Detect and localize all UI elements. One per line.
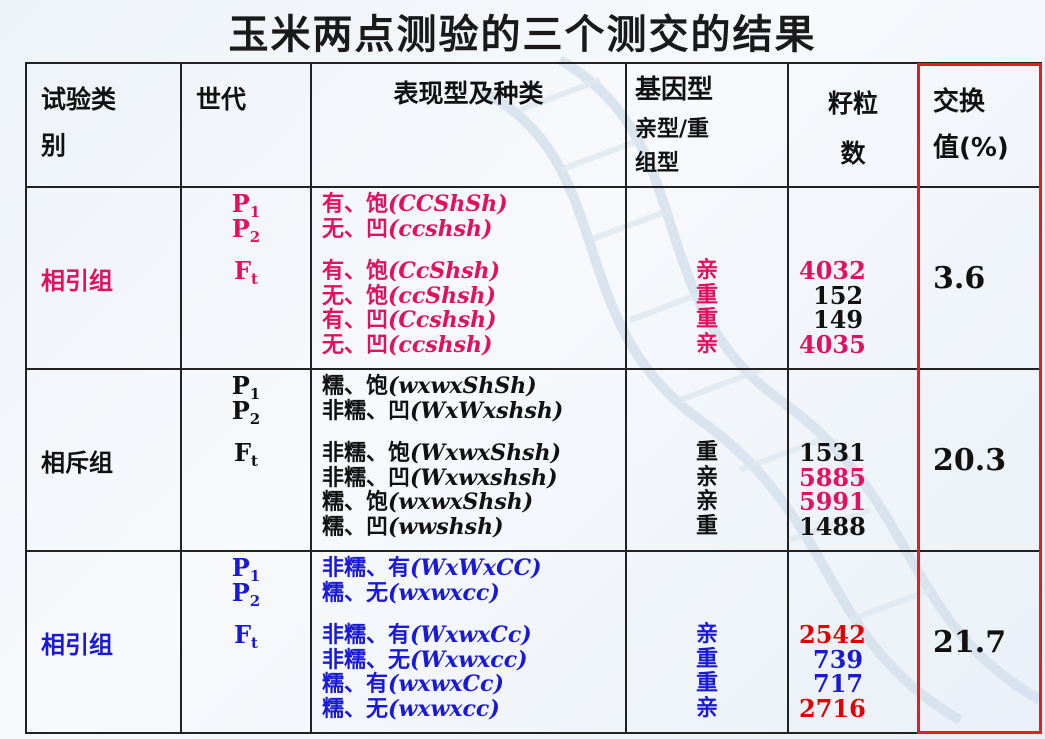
- type-ft-2: 重: [695, 646, 718, 672]
- group-row-coupling-2: 相引组 P1 P2 Ft 非糯、有(WxWxCC) 糯、无(wxwxcc) 非糯…: [25, 550, 1042, 734]
- phenotype-ft-2: 无、饱(ccShsh): [322, 282, 496, 309]
- gen-ft: Ft: [234, 256, 258, 289]
- count-ft-4: 4035: [799, 329, 866, 359]
- count-ft-3: 149: [813, 305, 864, 334]
- phenotype-ft-1: 有、饱(CcShsh): [322, 258, 501, 284]
- phenotype-p1: 糯、饱(wxwxShSh): [322, 373, 537, 399]
- phenotype-ft-1: 非糯、饱(WxwxShsh): [322, 440, 561, 466]
- phenotype-ft-4: 无、凹(ccshsh): [322, 331, 493, 358]
- count-ft-1: 1531: [799, 438, 866, 467]
- phenotype-ft-2: 非糯、凹(Wxwxshsh): [322, 464, 558, 491]
- header-exchange-line2: 值(%): [933, 133, 1009, 163]
- group-row-coupling-1: 相引组 P1 P2 Ft 有、饱(CCShSh) 无、凹(ccshsh) 有、饱…: [25, 186, 1042, 370]
- exchange-value: 21.7: [917, 550, 1042, 734]
- type-ft-1: 重: [695, 440, 718, 465]
- type-ft-2: 亲: [695, 464, 718, 490]
- type-ft-2: 重: [695, 282, 718, 308]
- results-table: 试验类 别 世代 表现型及种类 基因型 亲型/重 组型 籽粒 数 交换 值(%)…: [25, 62, 1042, 734]
- gen-ft: Ft: [234, 438, 258, 471]
- count-ft-1: 2542: [799, 620, 866, 649]
- count-ft-1: 4032: [799, 256, 866, 285]
- type-ft-3: 重: [695, 307, 718, 332]
- header-test-type-line1: 试验类: [41, 85, 117, 114]
- phenotype-ft-3: 糯、有(wxwxCc): [322, 671, 504, 697]
- count-ft-3: 5991: [799, 487, 866, 516]
- header-seeds-line1: 籽粒: [827, 89, 878, 118]
- type-ft-3: 亲: [695, 489, 718, 514]
- phenotype-ft-4: 糯、凹(wwshsh): [322, 513, 504, 540]
- type-ft-1: 亲: [695, 258, 718, 283]
- phenotype-p2: 非糯、凹(WxWxshsh): [322, 397, 564, 424]
- header-exchange: 交换 值(%): [917, 62, 1042, 188]
- header-genotype-line3: 组型: [635, 151, 680, 176]
- type-ft-4: 重: [695, 513, 718, 539]
- phenotype-cell: 有、饱(CCShSh) 无、凹(ccshsh) 有、饱(CcShsh) 无、饱(…: [310, 186, 627, 370]
- header-test-type: 试验类 别: [25, 62, 182, 188]
- gen-p2: P2: [231, 577, 261, 610]
- generation-cell: P1 P2 Ft: [180, 368, 312, 552]
- count-ft-3: 717: [813, 669, 864, 698]
- phenotype-ft-3: 有、凹(Ccshsh): [322, 307, 497, 333]
- header-genotype-line2: 亲型/重: [635, 117, 710, 142]
- phenotype-p1: 非糯、有(WxWxCC): [322, 555, 542, 581]
- generation-cell: P1 P2 Ft: [180, 550, 312, 734]
- gen-ft: Ft: [234, 620, 258, 653]
- seed-count-cell: 4032 152 149 4035: [787, 186, 919, 370]
- phenotype-ft-4: 糯、无(wxwxcc): [322, 695, 500, 722]
- genotype-type-cell: 亲 重 重 亲: [625, 550, 789, 734]
- group-name: 相引组: [25, 550, 182, 734]
- group-row-repulsion: 相斥组 P1 P2 Ft 糯、饱(wxwxShSh) 非糯、凹(WxWxshsh…: [25, 368, 1042, 552]
- phenotype-ft-2: 非糯、无(Wxwxcc): [322, 646, 528, 673]
- header-generation: 世代: [180, 62, 312, 188]
- genotype-type-cell: 重 亲 亲 重: [625, 368, 789, 552]
- phenotype-ft-1: 非糯、有(WxwxCc): [322, 622, 532, 648]
- header-genotype: 基因型 亲型/重 组型: [625, 62, 789, 188]
- type-ft-4: 亲: [695, 695, 718, 721]
- type-ft-4: 亲: [695, 331, 718, 357]
- type-ft-1: 亲: [695, 622, 718, 647]
- seed-count-cell: 2542 739 717 2716: [787, 550, 919, 734]
- page-title: 玉米两点测验的三个测交的结果: [228, 12, 817, 58]
- phenotype-p1: 有、饱(CCShSh): [322, 191, 508, 217]
- header-seeds: 籽粒 数: [787, 62, 919, 188]
- gen-p2: P2: [231, 213, 261, 246]
- count-ft-4: 1488: [799, 511, 866, 541]
- header-test-type-line2: 别: [41, 131, 67, 160]
- group-name: 相斥组: [25, 368, 182, 552]
- phenotype-ft-3: 糯、饱(wxwxShsh): [322, 489, 534, 515]
- type-ft-3: 重: [695, 671, 718, 696]
- exchange-value: 3.6: [917, 186, 1042, 370]
- count-ft-4: 2716: [799, 693, 866, 723]
- phenotype-p2: 无、凹(ccshsh): [322, 215, 493, 242]
- header-seeds-line2: 数: [840, 139, 866, 168]
- generation-cell: P1 P2 Ft: [180, 186, 312, 370]
- header-phenotype: 表现型及种类: [310, 62, 627, 188]
- phenotype-cell: 糯、饱(wxwxShSh) 非糯、凹(WxWxshsh) 非糯、饱(WxwxSh…: [310, 368, 627, 552]
- seed-count-cell: 1531 5885 5991 1488: [787, 368, 919, 552]
- gen-p2: P2: [231, 395, 261, 428]
- phenotype-cell: 非糯、有(WxWxCC) 糯、无(wxwxcc) 非糯、有(WxwxCc) 非糯…: [310, 550, 627, 734]
- phenotype-p2: 糯、无(wxwxcc): [322, 579, 500, 606]
- header-exchange-line1: 交换: [933, 87, 986, 117]
- group-name: 相引组: [25, 186, 182, 370]
- header-row: 试验类 别 世代 表现型及种类 基因型 亲型/重 组型 籽粒 数 交换 值(%): [25, 62, 1042, 188]
- header-genotype-line1: 基因型: [635, 75, 714, 105]
- genotype-type-cell: 亲 重 重 亲: [625, 186, 789, 370]
- exchange-value: 20.3: [917, 368, 1042, 552]
